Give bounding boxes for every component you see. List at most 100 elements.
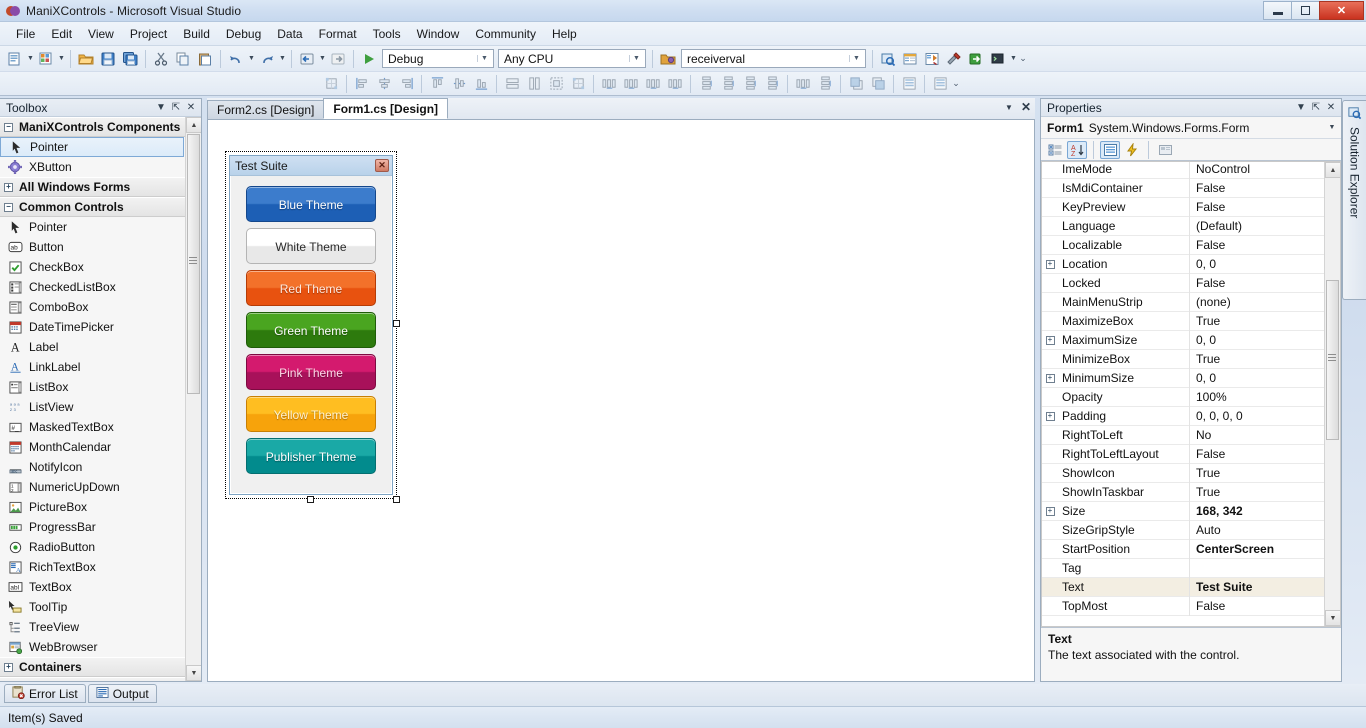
make-same-width-icon[interactable] (502, 74, 522, 94)
property-row[interactable]: Text Test Suite (1042, 577, 1326, 597)
property-row[interactable]: ImeMode NoControl (1042, 162, 1326, 179)
pin-icon[interactable]: ⇱ (1309, 101, 1323, 115)
resize-handle-bottom[interactable] (307, 496, 314, 503)
toolbox-item-linklabel[interactable]: A LinkLabel (0, 357, 186, 377)
solution-explorer-tab[interactable]: Solution Explorer (1342, 100, 1366, 300)
align-centers-icon[interactable] (374, 74, 394, 94)
scroll-down-arrow-icon[interactable]: ▼ (1325, 610, 1340, 626)
align-rights-icon[interactable] (396, 74, 416, 94)
theme-button-green-theme[interactable]: Green Theme (246, 312, 376, 348)
command-window-dropdown-icon[interactable]: ▼ (1009, 49, 1018, 69)
property-value[interactable]: False (1190, 236, 1326, 255)
close-button[interactable]: ✕ (1319, 1, 1364, 20)
chevron-down-icon[interactable]: ▼ (1005, 103, 1013, 112)
menu-item-window[interactable]: Window (409, 24, 468, 44)
toolbar-overflow-icon[interactable]: ⌄ (951, 78, 961, 89)
property-row[interactable]: StartPosition CenterScreen (1042, 539, 1326, 559)
toolbox-item-checkbox[interactable]: CheckBox (0, 257, 186, 277)
size-to-grid-icon[interactable] (321, 74, 341, 94)
send-to-back-icon[interactable] (868, 74, 888, 94)
property-row[interactable]: ShowIcon True (1042, 463, 1326, 483)
toolbox-item-richtextbox[interactable]: A RichTextBox (0, 557, 186, 577)
navigate-forward-icon[interactable] (328, 49, 348, 69)
property-row[interactable]: Language (Default) (1042, 216, 1326, 236)
property-value[interactable]: (none) (1190, 293, 1326, 312)
toolbox-item-xbutton[interactable]: XButton (0, 157, 186, 177)
property-value[interactable]: Test Suite (1190, 578, 1326, 597)
property-row[interactable]: + MinimumSize 0, 0 (1042, 368, 1326, 388)
resize-handle-right[interactable] (393, 320, 400, 327)
save-all-icon[interactable] (120, 49, 140, 69)
chevron-down-icon[interactable]: ▼ (1325, 124, 1339, 131)
theme-button-publisher-theme[interactable]: Publisher Theme (246, 438, 376, 474)
expand-icon[interactable]: + (1042, 506, 1058, 516)
undo-dropdown-icon[interactable]: ▼ (247, 49, 256, 69)
resize-handle-bottom-right[interactable] (393, 496, 400, 503)
collapse-icon[interactable]: − (4, 202, 13, 212)
property-row[interactable]: Localizable False (1042, 235, 1326, 255)
toolbox-item-listview[interactable]: a a a 2 3 ListView (0, 397, 186, 417)
toolbox-item-listbox[interactable]: ListBox (0, 377, 186, 397)
property-value[interactable]: False (1190, 179, 1326, 198)
expand-icon[interactable]: + (1042, 259, 1058, 269)
toolbox-item-progressbar[interactable]: ProgressBar (0, 517, 186, 537)
error-list-icon[interactable] (966, 49, 986, 69)
redo-dropdown-icon[interactable]: ▼ (278, 49, 287, 69)
collapse-icon[interactable]: − (4, 122, 13, 132)
expand-icon[interactable]: + (4, 182, 13, 192)
form-close-icon[interactable]: ✕ (375, 159, 389, 172)
expand-icon[interactable]: + (1042, 411, 1058, 421)
designed-form[interactable]: Test Suite ✕ Blue Theme White Theme Red Th… (229, 155, 393, 495)
close-icon[interactable]: ✕ (1021, 100, 1031, 114)
property-row[interactable]: TopMost False (1042, 596, 1326, 616)
toolbox-item-datetimepicker[interactable]: DateTimePicker (0, 317, 186, 337)
decrease-horizontal-spacing-icon[interactable] (643, 74, 663, 94)
property-value[interactable]: 0, 0 (1190, 369, 1326, 388)
property-row[interactable]: KeyPreview False (1042, 197, 1326, 217)
property-value[interactable]: No (1190, 426, 1326, 445)
toolbox-item-checkedlistbox[interactable]: CheckedListBox (0, 277, 186, 297)
bottom-tab-output[interactable]: Output (87, 684, 157, 703)
chevron-down-icon[interactable]: ▼ (1294, 101, 1308, 115)
property-row[interactable]: Locked False (1042, 273, 1326, 293)
decrease-vertical-spacing-icon[interactable] (740, 74, 760, 94)
properties-scrollbar[interactable]: ▲ ▼ (1324, 162, 1340, 626)
property-row[interactable]: SizeGripStyle Auto (1042, 520, 1326, 540)
toolbox-group-containers[interactable]: + Containers (0, 657, 186, 677)
theme-button-yellow-theme[interactable]: Yellow Theme (246, 396, 376, 432)
expand-icon[interactable]: + (4, 662, 13, 672)
scroll-down-arrow-icon[interactable]: ▼ (186, 665, 201, 681)
property-value[interactable]: Auto (1190, 521, 1326, 540)
toolbar-overflow-icon[interactable]: ⌄ (1018, 53, 1028, 64)
center-horizontally-icon[interactable] (793, 74, 813, 94)
pin-icon[interactable]: ⇱ (169, 101, 183, 115)
tab-order-icon[interactable] (899, 74, 919, 94)
property-row[interactable]: ShowInTaskbar True (1042, 482, 1326, 502)
tab-order-icon[interactable] (930, 74, 950, 94)
toolbox-group-common-controls[interactable]: − Common Controls (0, 197, 186, 217)
toolbox-item-monthcalendar[interactable]: MonthCalendar (0, 437, 186, 457)
menu-item-build[interactable]: Build (175, 24, 218, 44)
property-row[interactable]: MainMenuStrip (none) (1042, 292, 1326, 312)
properties-grid[interactable]: ImeMode NoControl IsMdiContainer False KeyPr… (1041, 161, 1341, 627)
make-same-height-icon[interactable] (524, 74, 544, 94)
property-value[interactable]: True (1190, 464, 1326, 483)
expand-icon[interactable]: + (1042, 335, 1058, 345)
menu-item-data[interactable]: Data (269, 24, 310, 44)
toolbox-item-notifyicon[interactable]: abc NotifyIcon (0, 457, 186, 477)
property-value[interactable] (1190, 559, 1326, 578)
toolbox-item-radiobutton[interactable]: RadioButton (0, 537, 186, 557)
toolbox-item-button[interactable]: ab Button (0, 237, 186, 257)
property-row[interactable]: MaximizeBox True (1042, 311, 1326, 331)
chevron-down-icon[interactable]: ▼ (154, 101, 168, 115)
add-new-item-icon[interactable] (36, 49, 56, 69)
properties-window-icon[interactable] (900, 49, 920, 69)
property-value[interactable]: CenterScreen (1190, 540, 1326, 559)
toolbox-item-treeview[interactable]: TreeView (0, 617, 186, 637)
document-tab-1[interactable]: Form1.cs [Design] (323, 98, 449, 119)
undo-icon[interactable] (226, 49, 246, 69)
make-vertical-spacing-equal-icon[interactable] (696, 74, 716, 94)
property-value[interactable]: 168, 342 (1190, 502, 1326, 521)
save-icon[interactable] (98, 49, 118, 69)
toolbox-item-combobox[interactable]: ComboBox (0, 297, 186, 317)
